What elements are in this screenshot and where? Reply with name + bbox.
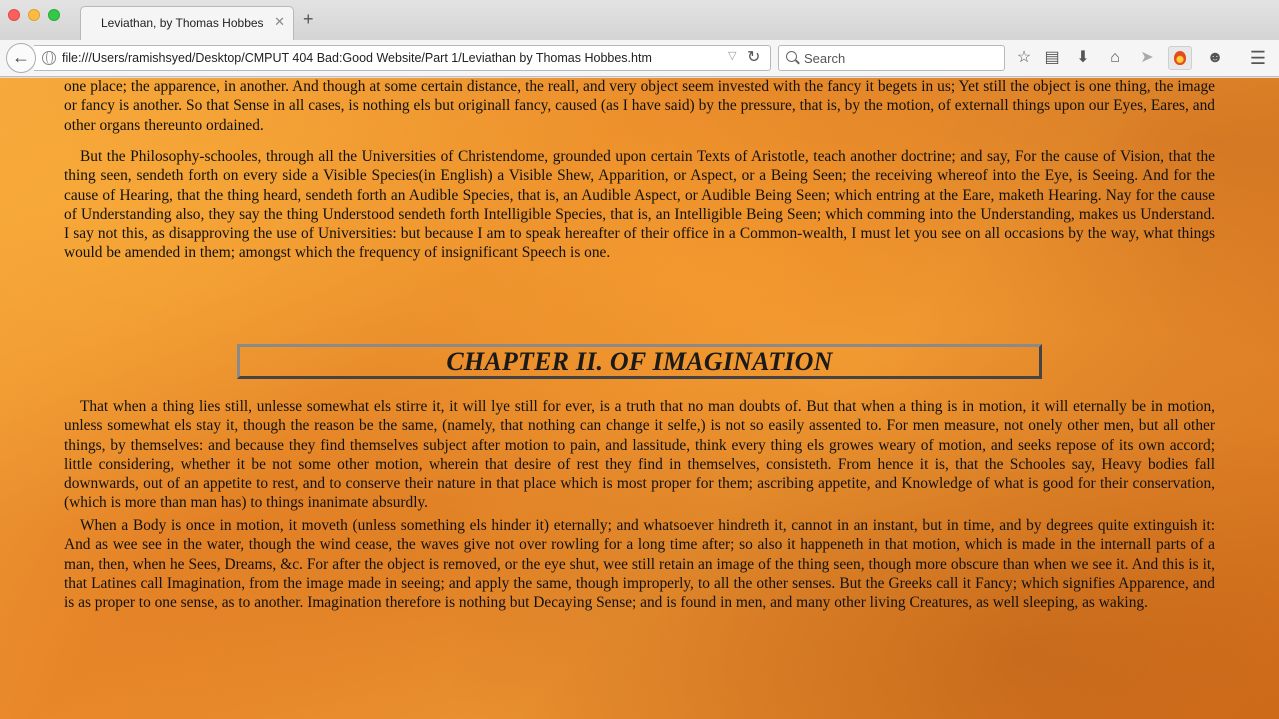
url-history-dropdown-icon[interactable]: ▽ (728, 49, 736, 62)
reading-list-icon[interactable]: ▤ (1042, 48, 1062, 68)
reload-icon[interactable]: ↻ (747, 47, 760, 67)
chat-icon[interactable]: ☻ (1205, 48, 1225, 68)
globe-icon[interactable] (42, 51, 56, 65)
url-bar[interactable]: file:///Users/ramishsyed/Desktop/CMPUT 4… (34, 45, 771, 71)
tab-active[interactable]: Leviathan, by Thomas Hobbes ✕ (80, 6, 294, 40)
new-tab-button[interactable]: + (303, 10, 314, 28)
paragraph-body-in-motion: When a Body is once in motion, it moveth… (64, 517, 1215, 612)
download-icon[interactable]: ⬇ (1073, 48, 1093, 68)
close-window-button[interactable] (8, 9, 20, 21)
page-content: one place; the apparence, in another. An… (0, 78, 1279, 719)
zoom-window-button[interactable] (48, 9, 60, 21)
extension-icon[interactable] (1168, 46, 1192, 70)
menu-icon[interactable]: ☰ (1248, 48, 1268, 68)
send-icon[interactable]: ➤ (1137, 48, 1157, 68)
star-icon[interactable]: ☆ (1014, 48, 1034, 68)
search-input[interactable]: Search (778, 45, 1005, 71)
search-icon (786, 51, 797, 62)
paragraph-philosophy-schooles: But the Philosophy-schooles, through all… (64, 148, 1215, 262)
url-text[interactable]: file:///Users/ramishsyed/Desktop/CMPUT 4… (62, 51, 652, 65)
paragraph-thing-lies-still: That when a thing lies still, unlesse so… (64, 398, 1215, 512)
chapter-title: CHAPTER II. OF IMAGINATION (446, 347, 833, 376)
tab-title: Leviathan, by Thomas Hobbes (101, 16, 264, 30)
tab-strip: Leviathan, by Thomas Hobbes ✕ + (0, 0, 1279, 40)
search-placeholder: Search (804, 51, 846, 66)
minimize-window-button[interactable] (28, 9, 40, 21)
back-arrow-icon: ← (12, 47, 30, 67)
paragraph-top: one place; the apparence, in another. An… (64, 78, 1215, 134)
tab-close-icon[interactable]: ✕ (274, 14, 285, 30)
navigation-bar: file:///Users/ramishsyed/Desktop/CMPUT 4… (0, 40, 1279, 77)
back-button[interactable]: ← (6, 43, 36, 73)
chapter-heading-box: CHAPTER II. OF IMAGINATION (237, 344, 1042, 379)
home-icon[interactable]: ⌂ (1105, 48, 1125, 68)
